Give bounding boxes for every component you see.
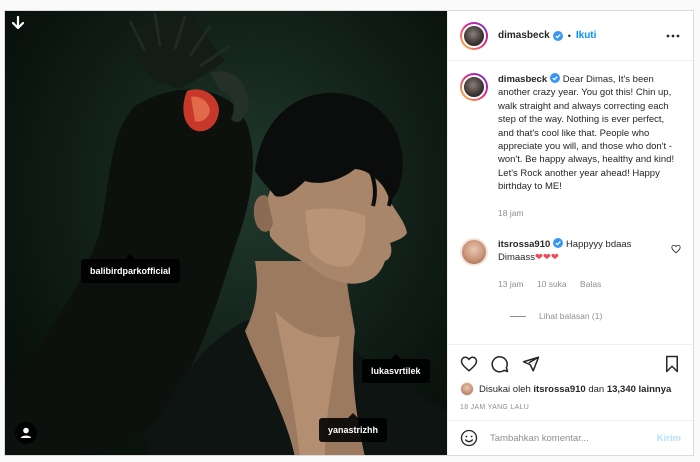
verified-badge-icon — [553, 238, 564, 249]
verified-badge-icon — [550, 73, 561, 83]
bookmark-icon[interactable] — [663, 355, 681, 373]
liker-username[interactable]: itsrossa910 — [533, 384, 585, 395]
likes-summary: Disukai oleh itsrossa910 dan 13,340 lain… — [460, 382, 681, 396]
photo-artwork — [5, 11, 447, 455]
post-header: dimasbeck • Ikuti — [448, 11, 693, 61]
reply-button[interactable]: Balas — [580, 279, 601, 289]
caption-time[interactable]: 18 jam — [498, 208, 524, 218]
likes-count[interactable]: 13,340 lainnya — [607, 384, 671, 395]
replies-divider — [510, 315, 526, 317]
commenter-avatar[interactable] — [460, 238, 488, 267]
view-replies-label: Lihat balasan (1) — [539, 311, 603, 322]
download-arrow-icon[interactable] — [10, 15, 26, 31]
photo-tag-yanastrizhh[interactable]: yanastrizhh — [319, 413, 388, 442]
likes-prefix: Disukai oleh — [479, 383, 531, 395]
commenter-username[interactable]: itsrossa910 — [498, 239, 550, 250]
view-replies-button[interactable]: Lihat balasan (1) — [510, 311, 681, 321]
photo-tag-balibirdpark[interactable]: balibirdparkofficial — [81, 254, 180, 283]
more-options-icon[interactable] — [665, 28, 681, 44]
comments-list: dimasbeck Dear Dimas, It's been another … — [448, 61, 693, 344]
post-timestamp[interactable]: 18 JAM YANG LALU — [460, 404, 681, 411]
comment-emoji: ❤❤❤ — [534, 252, 559, 264]
likes-joiner: dan — [588, 383, 605, 395]
user-tag-icon — [20, 427, 32, 438]
comment-time[interactable]: 13 jam — [498, 279, 524, 289]
caption-username[interactable]: dimasbeck — [498, 74, 547, 85]
post-photo[interactable]: balibirdparkofficial lukasvrtilek yanast… — [5, 11, 447, 455]
author-username[interactable]: dimasbeck — [498, 30, 550, 41]
comment-item: itsrossa910 Happyyy bdaas Dimaass❤❤❤ 13 … — [460, 238, 681, 291]
post-modal: balibirdparkofficial lukasvrtilek yanast… — [4, 10, 694, 456]
author-avatar[interactable] — [460, 21, 488, 50]
user-tag-button[interactable] — [15, 422, 37, 444]
caption-avatar[interactable] — [460, 73, 488, 101]
verified-badge-icon — [552, 30, 563, 41]
caption-text: Dear Dimas, It's been another crazy year… — [498, 74, 675, 193]
post-actions: Disukai oleh itsrossa910 dan 13,340 lain… — [448, 344, 693, 420]
photo-tag-lukasvrtilek[interactable]: lukasvrtilek — [362, 354, 430, 383]
emoji-icon[interactable] — [460, 429, 478, 447]
caption: dimasbeck Dear Dimas, It's been another … — [460, 73, 681, 220]
liker-avatar[interactable] — [460, 382, 474, 396]
share-icon[interactable] — [522, 355, 540, 373]
comment-input[interactable] — [490, 432, 657, 444]
comment-like-icon[interactable] — [671, 244, 681, 254]
comment-likes[interactable]: 10 suka — [537, 279, 567, 289]
add-comment-bar: Kirim — [448, 420, 693, 455]
comment-icon[interactable] — [491, 355, 509, 373]
heart-icon[interactable] — [460, 355, 478, 373]
post-comment-button[interactable]: Kirim — [657, 433, 681, 444]
post-side-panel: dimasbeck • Ikuti dimasbeck Dear Dimas, … — [447, 11, 693, 455]
follow-button[interactable]: Ikuti — [576, 30, 597, 41]
header-separator: • — [567, 30, 571, 41]
